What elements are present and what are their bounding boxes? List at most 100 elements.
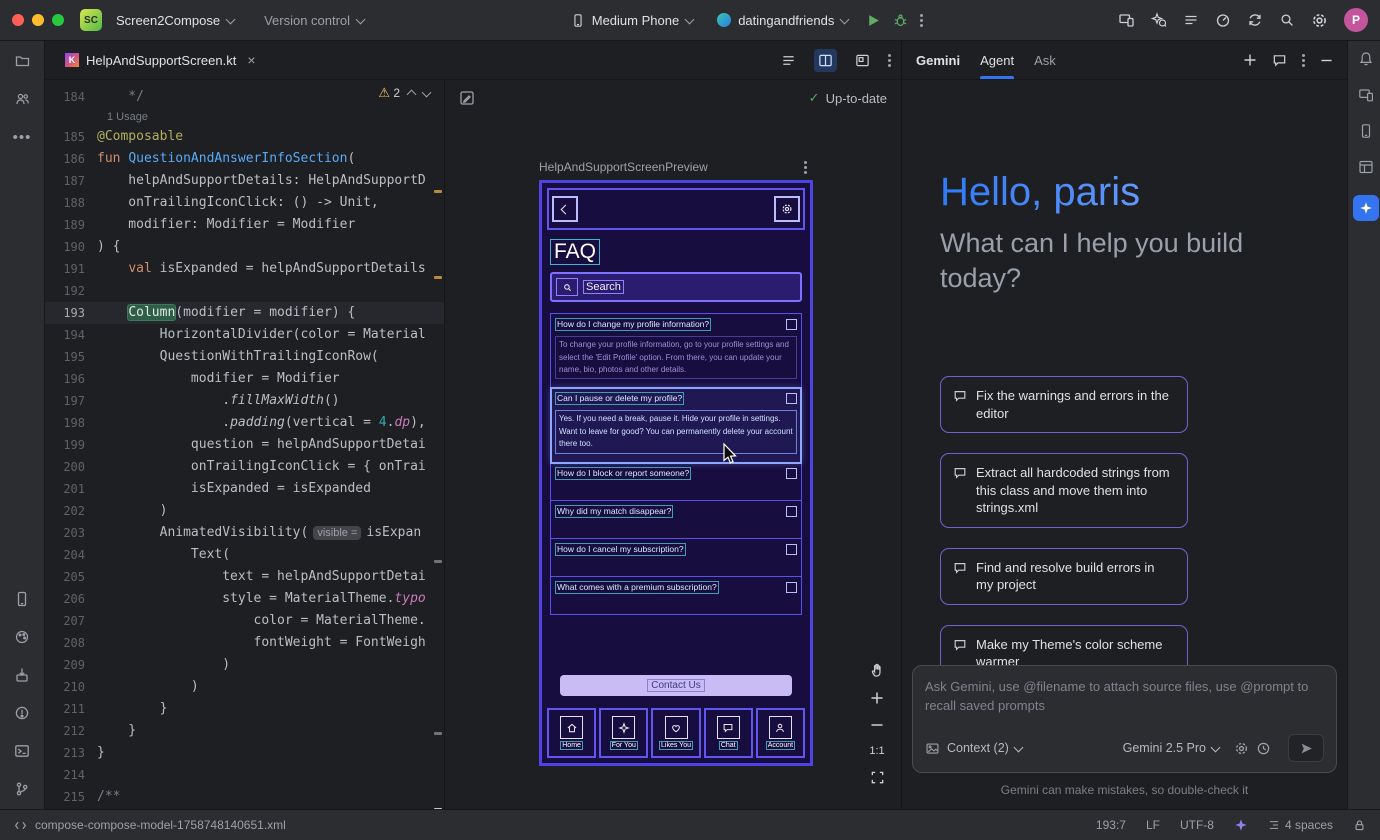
code-line[interactable]: 214: [45, 764, 444, 786]
code-line[interactable]: 187 helpAndSupportDetails: HelpAndSuppor…: [45, 170, 444, 192]
design-view-button[interactable]: [851, 49, 874, 72]
line-number[interactable]: 185: [45, 126, 97, 148]
prompt-history-icon[interactable]: [1256, 741, 1271, 756]
pull-requests-toolwindow-button[interactable]: [14, 91, 31, 107]
code-line[interactable]: 204 Text(: [45, 544, 444, 566]
line-number[interactable]: 214: [45, 764, 97, 786]
tab-ask[interactable]: Ask: [1034, 41, 1056, 79]
attach-icon[interactable]: [925, 741, 940, 756]
code-line[interactable]: 203 AnimatedVisibility(visible =isExpan: [45, 522, 444, 544]
ai-status-icon[interactable]: [1234, 818, 1248, 832]
split-view-button[interactable]: [814, 49, 837, 72]
previous-issue-button[interactable]: [407, 90, 417, 100]
minimize-window-button[interactable]: [32, 14, 44, 26]
project-toolwindow-button[interactable]: [14, 53, 31, 69]
device-selector[interactable]: Medium Phone: [565, 9, 699, 32]
running-devices-toolwindow-button[interactable]: [14, 591, 30, 607]
run-button[interactable]: [866, 13, 881, 28]
caret-position-widget[interactable]: 193:7: [1096, 818, 1126, 832]
pan-hand-icon[interactable]: [869, 662, 885, 678]
emulator-toolwindow-button[interactable]: [1358, 123, 1374, 139]
code-view-button[interactable]: [777, 49, 800, 72]
more-run-options-button[interactable]: [920, 14, 923, 27]
gemini-input-box[interactable]: Ask Gemini, use @filename to attach sour…: [912, 665, 1337, 773]
code-line[interactable]: 189 modifier: Modifier = Modifier: [45, 214, 444, 236]
encoding-widget[interactable]: UTF-8: [1180, 818, 1214, 832]
preview-options-button[interactable]: [804, 161, 807, 174]
code-line[interactable]: 193 Column(modifier = modifier) {: [45, 302, 444, 324]
maximize-window-button[interactable]: [52, 14, 64, 26]
line-number[interactable]: 195: [45, 346, 97, 368]
lock-icon[interactable]: [1353, 819, 1366, 832]
model-selector[interactable]: Gemini 2.5 Pro: [1123, 741, 1219, 755]
code-line[interactable]: 201 isExpanded = isExpanded: [45, 478, 444, 500]
line-number[interactable]: 199: [45, 434, 97, 456]
line-number[interactable]: 189: [45, 214, 97, 236]
zoom-in-button[interactable]: [870, 691, 884, 705]
line-number[interactable]: 213: [45, 742, 97, 764]
line-number[interactable]: 212: [45, 720, 97, 742]
resource-manager-toolwindow-button[interactable]: [14, 629, 30, 645]
line-number[interactable]: 192: [45, 280, 97, 302]
settings-icon[interactable]: [1311, 12, 1328, 29]
indent-widget[interactable]: 4 spaces: [1268, 818, 1333, 832]
send-button[interactable]: [1288, 734, 1324, 762]
profiler-icon[interactable]: [1215, 12, 1231, 28]
line-number[interactable]: 205: [45, 566, 97, 588]
code-line[interactable]: 195 QuestionWithTrailingIconRow(: [45, 346, 444, 368]
line-separator-widget[interactable]: LF: [1146, 818, 1160, 832]
code-line[interactable]: 200 onTrailingIconClick = { onTrai: [45, 456, 444, 478]
device-explorer-toolwindow-button[interactable]: [1358, 87, 1374, 103]
gemini-toolwindow-button[interactable]: [1353, 195, 1379, 221]
code-line[interactable]: 185@Composable: [45, 126, 444, 148]
code-line[interactable]: 196 modifier = Modifier: [45, 368, 444, 390]
line-number[interactable]: 193: [45, 302, 97, 324]
terminal-toolwindow-button[interactable]: [14, 743, 30, 759]
layout-inspector-toolwindow-button[interactable]: [1358, 159, 1374, 175]
code-line[interactable]: 191 val isExpanded = helpAndSupportDetai…: [45, 258, 444, 280]
suggestion-card[interactable]: Fix the warnings and errors in the edito…: [940, 376, 1188, 433]
line-number[interactable]: 208: [45, 632, 97, 654]
line-number[interactable]: 184: [45, 86, 97, 108]
code-line[interactable]: 212 }: [45, 720, 444, 742]
ai-actions-icon[interactable]: [1151, 12, 1167, 28]
line-number[interactable]: 202: [45, 500, 97, 522]
gemini-options-button[interactable]: [1302, 54, 1305, 67]
line-number[interactable]: 201: [45, 478, 97, 500]
vcs-selector[interactable]: Version control: [258, 9, 370, 32]
suggestion-card[interactable]: Extract all hardcoded strings from this …: [940, 453, 1188, 528]
scrollbar-warning-mark[interactable]: [434, 190, 442, 193]
more-toolwindows-button[interactable]: •••: [13, 129, 32, 146]
line-number[interactable]: 198: [45, 412, 97, 434]
code-editor[interactable]: ⚠ 2 184 */1 Usage185@Composable186fun Qu…: [45, 80, 444, 809]
gradle-sync-icon[interactable]: [1247, 12, 1263, 28]
tab-agent[interactable]: Agent: [980, 41, 1014, 79]
suggestion-card[interactable]: Make my Theme's color scheme warmer: [940, 625, 1188, 665]
debug-button[interactable]: [893, 13, 908, 28]
scrollbar-mark[interactable]: [434, 560, 442, 563]
code-line[interactable]: 192: [45, 280, 444, 302]
line-number[interactable]: 206: [45, 588, 97, 610]
new-chat-button[interactable]: [1243, 53, 1257, 67]
avatar[interactable]: P: [1344, 8, 1368, 32]
code-line[interactable]: 186fun QuestionAndAnswerInfoSection(: [45, 148, 444, 170]
ui-check-icon[interactable]: [459, 90, 475, 106]
code-line[interactable]: 188 onTrailingIconClick: () -> Unit,: [45, 192, 444, 214]
code-line[interactable]: 210 ): [45, 676, 444, 698]
line-number[interactable]: 187: [45, 170, 97, 192]
code-line[interactable]: 194 HorizontalDivider(color = Material: [45, 324, 444, 346]
notifications-icon[interactable]: [1358, 51, 1374, 67]
code-line[interactable]: 207 color = MaterialTheme.: [45, 610, 444, 632]
code-line[interactable]: 205 text = helpAndSupportDetai: [45, 566, 444, 588]
line-number[interactable]: 196: [45, 368, 97, 390]
line-number[interactable]: 210: [45, 676, 97, 698]
code-line[interactable]: 199 question = helpAndSupportDetai: [45, 434, 444, 456]
usage-hint[interactable]: 1 Usage: [107, 108, 148, 126]
hide-panel-button[interactable]: [1320, 54, 1333, 67]
zoom-to-fit-button[interactable]: [870, 770, 885, 785]
line-number[interactable]: 190: [45, 236, 97, 258]
code-line[interactable]: 198 .padding(vertical = 4.dp),: [45, 412, 444, 434]
code-line[interactable]: 208 fontWeight = FontWeigh: [45, 632, 444, 654]
editor-tab[interactable]: K HelpAndSupportScreen.kt ×: [55, 41, 266, 79]
code-line[interactable]: 197 .fillMaxWidth(): [45, 390, 444, 412]
